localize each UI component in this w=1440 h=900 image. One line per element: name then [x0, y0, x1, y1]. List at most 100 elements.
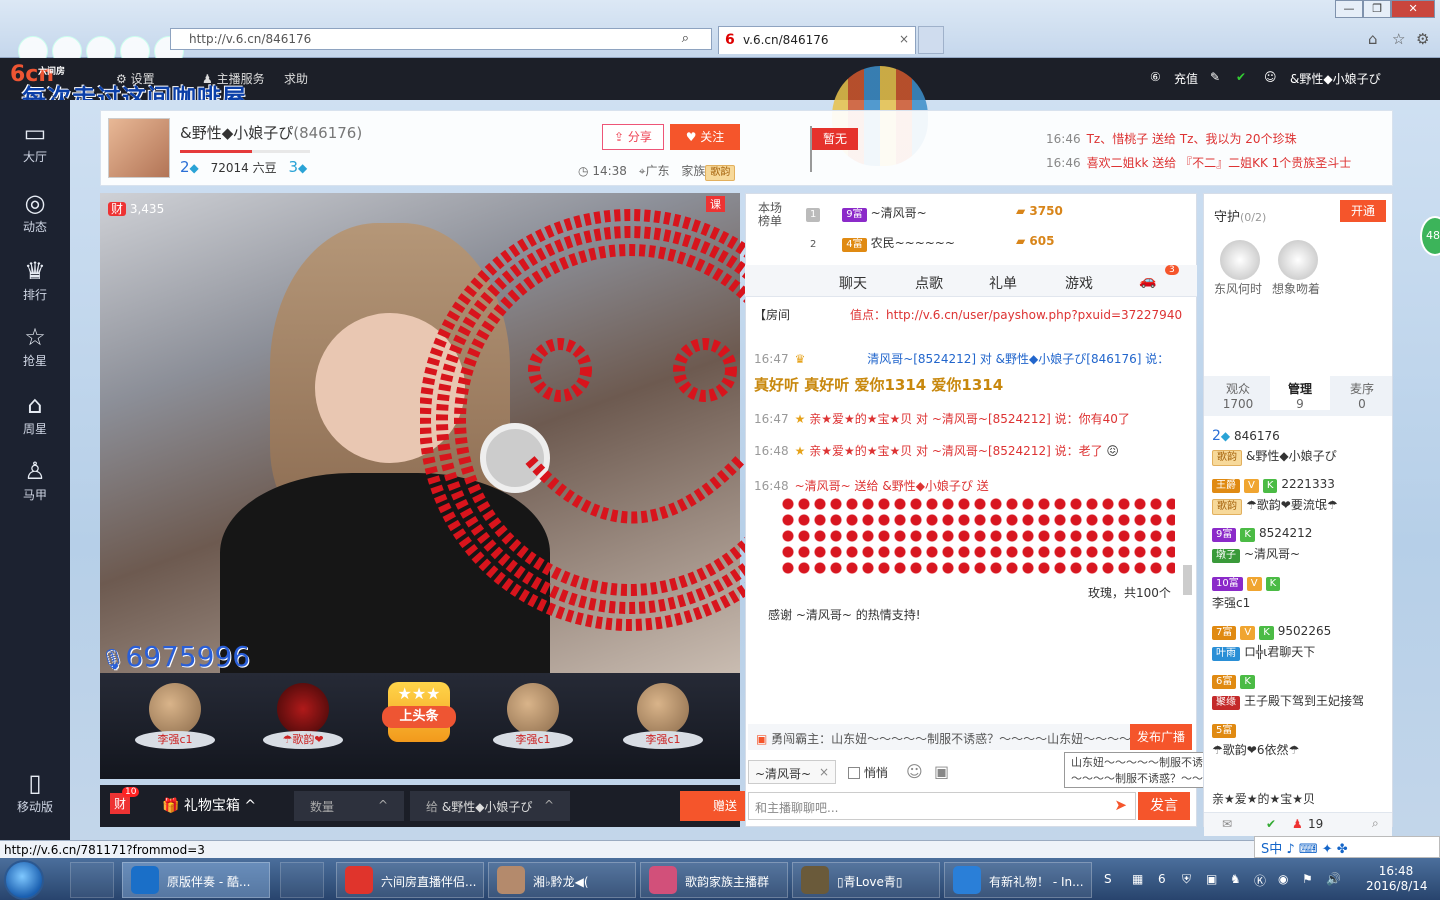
browser-tab[interactable]: 6 v.6.cn/846176 ×: [718, 26, 916, 54]
chat-input[interactable]: 和主播聊聊吧... ➤: [748, 792, 1136, 820]
chat-scroll-thumb[interactable]: [1183, 565, 1192, 595]
rank-row[interactable]: 2 4富 农民~~~~~~ ▰ 605: [806, 234, 1054, 252]
ime-toolbar[interactable]: S中 ♪ ⌨ ✦ ✤: [1254, 836, 1440, 858]
emoji-picker-icon[interactable]: ☺: [906, 762, 923, 781]
sidebar-item-vest[interactable]: ♙ 马甲: [0, 456, 70, 503]
edit-icon[interactable]: ✎: [1210, 70, 1220, 84]
image-icon[interactable]: ▣: [934, 762, 949, 781]
tab-chat[interactable]: 聊天: [839, 273, 867, 293]
user-row[interactable]: 歌韵 &野性◆小娘子ぴ: [1212, 447, 1337, 466]
quantity-input[interactable]: 数量 ^: [294, 791, 404, 821]
rank-row[interactable]: 1 9富 ~清风哥~ ▰ 3750: [806, 204, 1063, 222]
close-window-button[interactable]: ✕: [1391, 0, 1435, 18]
user-row[interactable]: ☂歌韵❤6依然☂: [1212, 741, 1299, 758]
seat-item[interactable]: ☂歌韵❤: [258, 683, 348, 749]
sidebar-item-grab-star[interactable]: ☆ 抢星: [0, 322, 70, 369]
tray-app-icon[interactable]: ◉: [1278, 872, 1288, 886]
tab-games[interactable]: 游戏: [1065, 273, 1093, 293]
taskbar-item[interactable]: 六间房直播伴侣...: [336, 862, 484, 898]
new-tab-button[interactable]: [918, 26, 944, 54]
chat-scrollbar[interactable]: [1180, 355, 1194, 615]
user-row[interactable]: 10富 V K: [1212, 575, 1284, 591]
tray-sogou-icon[interactable]: S: [1104, 872, 1112, 886]
seat-item[interactable]: 李强c1: [618, 683, 708, 749]
guard-name[interactable]: 想象吻着: [1272, 280, 1320, 297]
family-badge[interactable]: 歌韵: [705, 165, 736, 181]
whisper-checkbox[interactable]: 悄悄: [848, 764, 888, 781]
live-video[interactable]: [100, 193, 740, 673]
publish-broadcast-button[interactable]: 发布广播: [1130, 724, 1192, 750]
checkbox-box[interactable]: [848, 767, 860, 779]
sidebar-item-mobile[interactable]: ▯ 移动版: [0, 768, 70, 815]
taskbar-clock[interactable]: 16:48 2016/8/14: [1366, 864, 1428, 894]
follow-button[interactable]: ♥ 关注: [670, 124, 740, 150]
user-row[interactable]: 亲★爱★的★宝★贝: [1212, 790, 1315, 807]
headline-button[interactable]: ★★★ 上头条: [382, 682, 456, 742]
user-row[interactable]: 聚缘 王子殿下驾到王妃接驾: [1212, 692, 1364, 710]
chat-notice-link[interactable]: 值点：http://v.6.cn/user/payshow.php?pxuid=…: [850, 308, 1182, 322]
recipient-select[interactable]: 给 &野性◆小娘子ぴ ^: [410, 791, 570, 821]
tray-app-icon[interactable]: ▣: [1206, 872, 1217, 886]
address-bar[interactable]: http://v.6.cn/846176 ⌕: [170, 28, 712, 50]
guard-name[interactable]: 东风何时: [1214, 280, 1262, 297]
zoom-icon[interactable]: ⌕: [1372, 816, 1379, 831]
user-row[interactable]: 叶雨 ロ╬ι君聊天下: [1212, 643, 1315, 661]
car-icon[interactable]: 🚗: [1139, 273, 1156, 289]
settings-gear-icon[interactable]: ⚙: [1416, 30, 1429, 48]
tray-network-icon[interactable]: ▦: [1132, 872, 1143, 886]
anchor-avatar[interactable]: [108, 118, 170, 178]
header-recharge[interactable]: 充值: [1174, 70, 1198, 87]
taskbar-item[interactable]: 湘♭黔龙◀(: [488, 862, 636, 898]
home-icon[interactable]: ⌂: [1368, 30, 1378, 48]
tab-managers[interactable]: 管理 9: [1270, 376, 1330, 411]
tray-volume-icon[interactable]: 🔊: [1326, 872, 1341, 886]
tray-k-icon[interactable]: Ⓚ: [1254, 872, 1266, 889]
mail-icon[interactable]: ✉: [1222, 817, 1232, 831]
sidebar-item-rank[interactable]: ♛ 排行: [0, 256, 70, 303]
user-row[interactable]: 6富 K: [1212, 673, 1259, 689]
taskbar-pinned-app[interactable]: [280, 862, 324, 898]
close-icon[interactable]: ×: [819, 765, 829, 779]
sidebar-item-week-star[interactable]: ⌂ 周星: [0, 390, 70, 437]
gift-box-toggle[interactable]: 🎁 礼物宝箱 ^: [162, 795, 256, 815]
user-row[interactable]: 歌韵 ☂歌韵❤要流氓☂: [1212, 496, 1338, 515]
tab-close-icon[interactable]: ×: [899, 32, 909, 46]
tray-six-icon[interactable]: 6: [1158, 872, 1166, 886]
user-row[interactable]: 9富 K 8524212: [1212, 526, 1312, 542]
tray-qq-icon[interactable]: ♞: [1230, 872, 1241, 886]
start-button[interactable]: [4, 860, 44, 900]
user-row[interactable]: 王爵 V K 2221333: [1212, 477, 1335, 493]
taskbar-pinned-app[interactable]: [70, 862, 114, 898]
user-avatar-icon[interactable]: ☺: [1264, 70, 1277, 84]
sidebar-item-feed[interactable]: ◎ 动态: [0, 188, 70, 235]
taskbar-item[interactable]: 歌韵家族主播群: [640, 862, 788, 898]
user-row[interactable]: 墩子 ~清风哥~: [1212, 545, 1300, 563]
taskbar-item[interactable]: ▯青Love青▯: [792, 862, 940, 898]
tab-song[interactable]: 点歌: [915, 273, 943, 293]
tray-flag-icon[interactable]: ⚑: [1302, 872, 1313, 886]
user-row[interactable]: 2◆ 846176: [1212, 428, 1280, 444]
seat-item[interactable]: 李强c1: [488, 683, 578, 749]
search-icon[interactable]: ⌕: [682, 31, 689, 46]
open-guard-button[interactable]: 开通: [1340, 200, 1386, 222]
restore-button[interactable]: ❐: [1363, 0, 1392, 18]
send-message-button[interactable]: 发言: [1138, 792, 1190, 820]
share-button[interactable]: ⇪ 分享: [602, 124, 664, 150]
tray-shield-icon[interactable]: ⛨: [1182, 872, 1191, 887]
taskbar-item[interactable]: 有新礼物！ - In...: [944, 862, 1092, 898]
user-row[interactable]: 7富 V K 9502265: [1212, 624, 1331, 640]
guard-avatar[interactable]: [1278, 240, 1318, 280]
sidebar-item-hall[interactable]: ▭ 大厅: [0, 118, 70, 165]
favorites-star-icon[interactable]: ☆: [1392, 30, 1405, 48]
chat-target-select[interactable]: ~清风哥~ ×: [748, 760, 836, 784]
header-username[interactable]: &野性◆小娘子ぴ: [1290, 70, 1381, 87]
taskbar-item[interactable]: 原版伴奏 - 酷...: [122, 862, 270, 898]
tab-audience[interactable]: 观众 1700: [1208, 382, 1268, 412]
tab-mic-queue[interactable]: 麦序 0: [1332, 382, 1392, 412]
user-row[interactable]: 5富: [1212, 722, 1240, 738]
nav-help[interactable]: 求助: [284, 70, 308, 87]
guard-avatar[interactable]: [1220, 240, 1260, 280]
user-row[interactable]: 李强c1: [1212, 594, 1250, 611]
minimize-button[interactable]: —: [1335, 0, 1364, 18]
send-plane-icon[interactable]: ➤: [1114, 796, 1127, 814]
